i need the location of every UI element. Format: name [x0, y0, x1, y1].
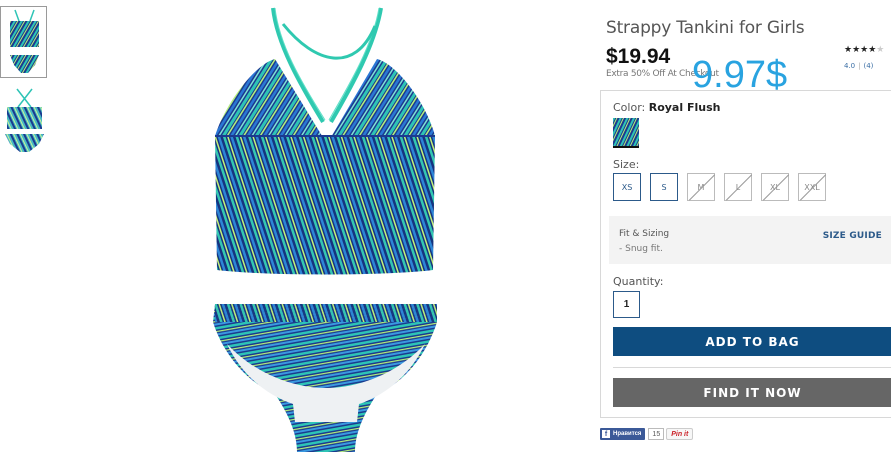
size-guide-link[interactable]: SIZE GUIDE	[823, 231, 882, 241]
color-line: Color: Royal Flush	[613, 101, 720, 114]
color-label: Color:	[613, 101, 646, 114]
rating-score: 4.0	[844, 62, 856, 70]
fit-note: - Snug fit.	[619, 244, 663, 254]
rating-summary[interactable]: 4.0 | (4)	[844, 62, 873, 70]
size-selector: XS S M L XL XXL	[613, 173, 835, 201]
size-option-m[interactable]: M	[687, 173, 715, 201]
star-icon: ★★★★	[844, 44, 877, 54]
fit-title: Fit & Sizing	[619, 229, 670, 239]
size-option-xxl[interactable]: XXL	[798, 173, 826, 201]
size-label: Size:	[613, 158, 640, 171]
add-to-bag-button[interactable]: ADD TO BAG	[613, 327, 891, 356]
find-it-now-button[interactable]: FIND IT NOW	[613, 378, 891, 407]
divider	[613, 367, 891, 368]
sale-price-overlay: 9.97$	[692, 54, 788, 96]
facebook-like-button[interactable]: f Нравится	[600, 428, 646, 440]
product-title: Strappy Tankini for Girls	[606, 18, 805, 38]
size-option-xs[interactable]: XS	[613, 173, 641, 201]
quantity-label: Quantity:	[613, 275, 664, 288]
product-price: $19.94	[606, 45, 671, 68]
rating-count: (4)	[863, 62, 874, 70]
facebook-like-count: 15	[648, 428, 665, 440]
social-share: f Нравится 15 Pin it	[600, 428, 694, 440]
rating-separator: |	[858, 62, 861, 70]
facebook-like-label: Нравится	[613, 431, 642, 437]
thumbnail-back[interactable]	[0, 86, 47, 158]
quantity-input[interactable]: 1	[613, 291, 640, 318]
purchase-panel: Color: Royal Flush Size: XS S M L XL XXL…	[600, 90, 891, 418]
thumbnail-front[interactable]	[0, 6, 47, 78]
product-details: Strappy Tankini for Girls $19.94 Extra 5…	[600, 0, 891, 467]
color-value: Royal Flush	[648, 101, 721, 114]
star-empty-icon: ★	[876, 44, 885, 54]
facebook-icon: f	[602, 430, 610, 438]
size-option-l[interactable]: L	[724, 173, 752, 201]
color-swatch-royal-flush[interactable]	[613, 118, 639, 148]
pinterest-button[interactable]: Pin it	[666, 428, 694, 440]
size-option-xl[interactable]: XL	[761, 173, 789, 201]
size-option-s[interactable]: S	[650, 173, 678, 201]
rating-stars[interactable]: ★★★★★	[844, 44, 884, 55]
fit-sizing-box: Fit & Sizing - Snug fit. SIZE GUIDE	[609, 216, 891, 264]
thumbnail-gallery	[0, 6, 48, 166]
product-image	[205, 4, 445, 466]
